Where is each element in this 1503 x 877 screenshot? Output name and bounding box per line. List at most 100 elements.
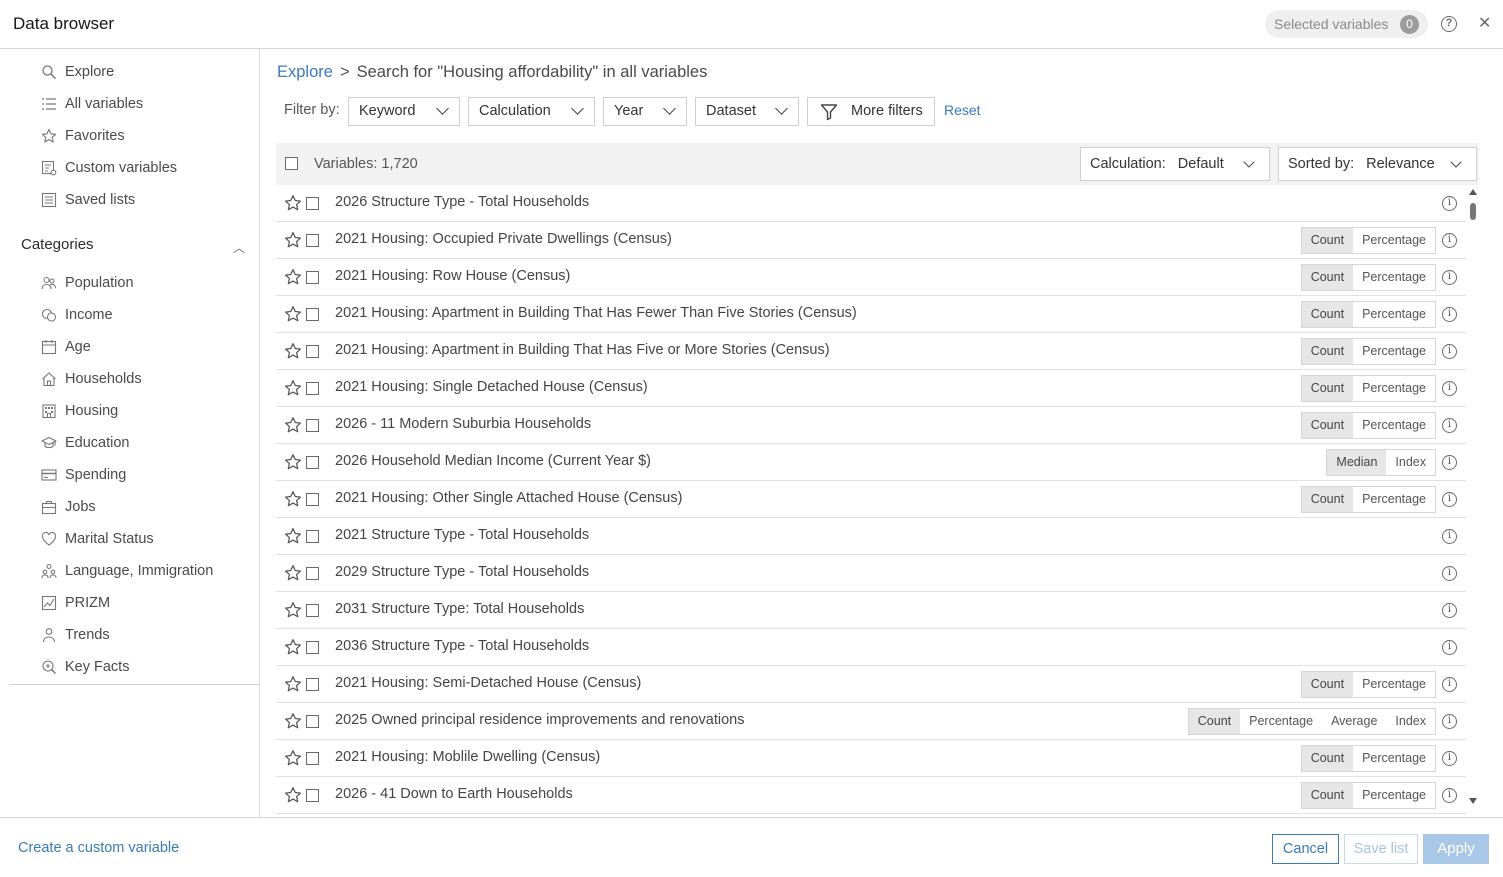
row-checkbox[interactable]: [306, 382, 319, 395]
category-item-income[interactable]: Income: [40, 303, 113, 327]
breadcrumb-explore-link[interactable]: Explore: [277, 63, 333, 81]
category-item-population[interactable]: Population: [40, 271, 134, 295]
keyword-filter-dropdown[interactable]: Keyword: [348, 97, 460, 126]
category-item-trends[interactable]: Trends: [40, 623, 110, 647]
variable-label[interactable]: 2021 Housing: Other Single Attached Hous…: [335, 490, 682, 506]
sidebar-item-explore[interactable]: Explore: [40, 60, 114, 84]
variable-label[interactable]: 2026 - 11 Modern Suburbia Households: [335, 416, 591, 432]
category-item-households[interactable]: Households: [40, 367, 142, 391]
variable-label[interactable]: 2021 Housing: Apartment in Building That…: [335, 342, 830, 358]
calculation-option-count[interactable]: Count: [1301, 302, 1354, 327]
variable-label[interactable]: 2021 Housing: Moblile Dwelling (Census): [335, 749, 600, 765]
info-icon[interactable]: i: [1442, 788, 1457, 803]
chevron-up-icon[interactable]: ︿: [233, 239, 245, 256]
save-list-button[interactable]: Save list: [1344, 834, 1418, 864]
row-checkbox[interactable]: [306, 604, 319, 617]
favorite-star-icon[interactable]: [284, 749, 302, 767]
row-checkbox[interactable]: [306, 715, 319, 728]
variable-label[interactable]: 2026 - 41 Down to Earth Households: [335, 786, 573, 802]
select-all-checkbox[interactable]: [285, 157, 298, 170]
cancel-button[interactable]: Cancel: [1272, 834, 1339, 864]
row-checkbox[interactable]: [306, 641, 319, 654]
variable-label[interactable]: 2021 Housing: Apartment in Building That…: [335, 305, 857, 321]
sort-dropdown[interactable]: Sorted by: Relevance: [1278, 147, 1477, 181]
category-item-housing[interactable]: Housing: [40, 399, 118, 423]
variable-label[interactable]: 2031 Structure Type: Total Households: [335, 601, 584, 617]
category-item-jobs[interactable]: Jobs: [40, 495, 96, 519]
row-checkbox[interactable]: [306, 197, 319, 210]
variable-label[interactable]: 2026 Structure Type - Total Households: [335, 194, 589, 210]
sidebar-item-favorites[interactable]: Favorites: [40, 124, 125, 148]
info-icon[interactable]: i: [1442, 529, 1457, 544]
favorite-star-icon[interactable]: [284, 453, 302, 471]
selected-variables-button[interactable]: Selected variables 0: [1265, 10, 1428, 38]
variable-label[interactable]: 2021 Housing: Row House (Census): [335, 268, 570, 284]
calculation-option-percentage[interactable]: Percentage: [1353, 672, 1435, 697]
info-icon[interactable]: i: [1442, 307, 1457, 322]
calculation-option-count[interactable]: Count: [1301, 783, 1354, 808]
row-checkbox[interactable]: [306, 456, 319, 469]
row-checkbox[interactable]: [306, 678, 319, 691]
scroll-down-arrow-icon[interactable]: [1469, 798, 1477, 804]
calculation-option-count[interactable]: Count: [1301, 746, 1354, 771]
category-item-spending[interactable]: Spending: [40, 463, 126, 487]
table-row[interactable]: 2021 Housing: Apartment in Building That…: [276, 333, 1466, 370]
info-icon[interactable]: i: [1442, 455, 1457, 470]
variable-label[interactable]: 2026 Household Median Income (Current Ye…: [335, 453, 651, 469]
category-item-education[interactable]: Education: [40, 431, 130, 455]
table-row[interactable]: 2021 Housing: Single Detached House (Cen…: [276, 370, 1466, 407]
table-row[interactable]: 2021 Housing: Apartment in Building That…: [276, 296, 1466, 333]
info-icon[interactable]: i: [1442, 233, 1457, 248]
calculation-option-count[interactable]: Count: [1301, 376, 1354, 401]
info-icon[interactable]: i: [1442, 196, 1457, 211]
variable-label[interactable]: 2021 Housing: Single Detached House (Cen…: [335, 379, 648, 395]
table-row[interactable]: 2026 - 41 Down to Earth Households Count P…: [276, 777, 1466, 814]
info-icon[interactable]: i: [1442, 603, 1457, 618]
list-scrollbar[interactable]: [1467, 186, 1479, 808]
variable-label[interactable]: 2029 Structure Type - Total Households: [335, 564, 589, 580]
info-icon[interactable]: i: [1442, 381, 1457, 396]
table-row[interactable]: 2026 Household Median Income (Current Ye…: [276, 444, 1466, 481]
favorite-star-icon[interactable]: [284, 231, 302, 249]
calculation-option-index[interactable]: Index: [1386, 709, 1435, 734]
calculation-option-count[interactable]: Count: [1301, 265, 1354, 290]
category-item-prizm[interactable]: PRIZM: [40, 591, 110, 615]
info-icon[interactable]: i: [1442, 492, 1457, 507]
row-checkbox[interactable]: [306, 567, 319, 580]
sidebar-item-all-variables[interactable]: All variables: [40, 92, 143, 116]
favorite-star-icon[interactable]: [284, 638, 302, 656]
info-icon[interactable]: i: [1442, 677, 1457, 692]
table-row[interactable]: 2025 Owned principal residence improveme…: [276, 703, 1466, 740]
calculation-option-percentage[interactable]: Percentage: [1353, 302, 1435, 327]
row-checkbox[interactable]: [306, 419, 319, 432]
favorite-star-icon[interactable]: [284, 416, 302, 434]
scroll-thumb[interactable]: [1470, 203, 1476, 220]
table-row[interactable]: 2021 Structure Type - Total Households i: [276, 518, 1466, 555]
calculation-dropdown[interactable]: Calculation: Default: [1080, 147, 1270, 181]
category-item-marital-status[interactable]: Marital Status: [40, 527, 154, 551]
table-row[interactable]: 2021 Housing: Semi-Detached House (Censu…: [276, 666, 1466, 703]
dataset-filter-dropdown[interactable]: Dataset: [695, 97, 799, 126]
calculation-option-count[interactable]: Count: [1301, 487, 1354, 512]
reset-link[interactable]: Reset: [944, 102, 981, 118]
favorite-star-icon[interactable]: [284, 342, 302, 360]
calculation-option-percentage[interactable]: Percentage: [1353, 228, 1435, 253]
calculation-option-count[interactable]: Count: [1301, 672, 1354, 697]
table-row[interactable]: 2026 - 11 Modern Suburbia Households Coun…: [276, 407, 1466, 444]
favorite-star-icon[interactable]: [284, 712, 302, 730]
variable-label[interactable]: 2021 Housing: Occupied Private Dwellings…: [335, 231, 672, 247]
sidebar-item-custom-variables[interactable]: Custom variables: [40, 156, 177, 180]
calculation-option-count[interactable]: Count: [1301, 339, 1354, 364]
row-checkbox[interactable]: [306, 234, 319, 247]
row-checkbox[interactable]: [306, 345, 319, 358]
calculation-option-percentage[interactable]: Percentage: [1353, 746, 1435, 771]
row-checkbox[interactable]: [306, 789, 319, 802]
row-checkbox[interactable]: [306, 493, 319, 506]
info-icon[interactable]: i: [1442, 418, 1457, 433]
calculation-option-percentage[interactable]: Percentage: [1353, 376, 1435, 401]
scroll-up-arrow-icon[interactable]: [1469, 189, 1477, 195]
sidebar-item-saved-lists[interactable]: Saved lists: [40, 188, 135, 212]
favorite-star-icon[interactable]: [284, 305, 302, 323]
favorite-star-icon[interactable]: [284, 268, 302, 286]
table-row[interactable]: 2036 Structure Type - Total Households i: [276, 629, 1466, 666]
